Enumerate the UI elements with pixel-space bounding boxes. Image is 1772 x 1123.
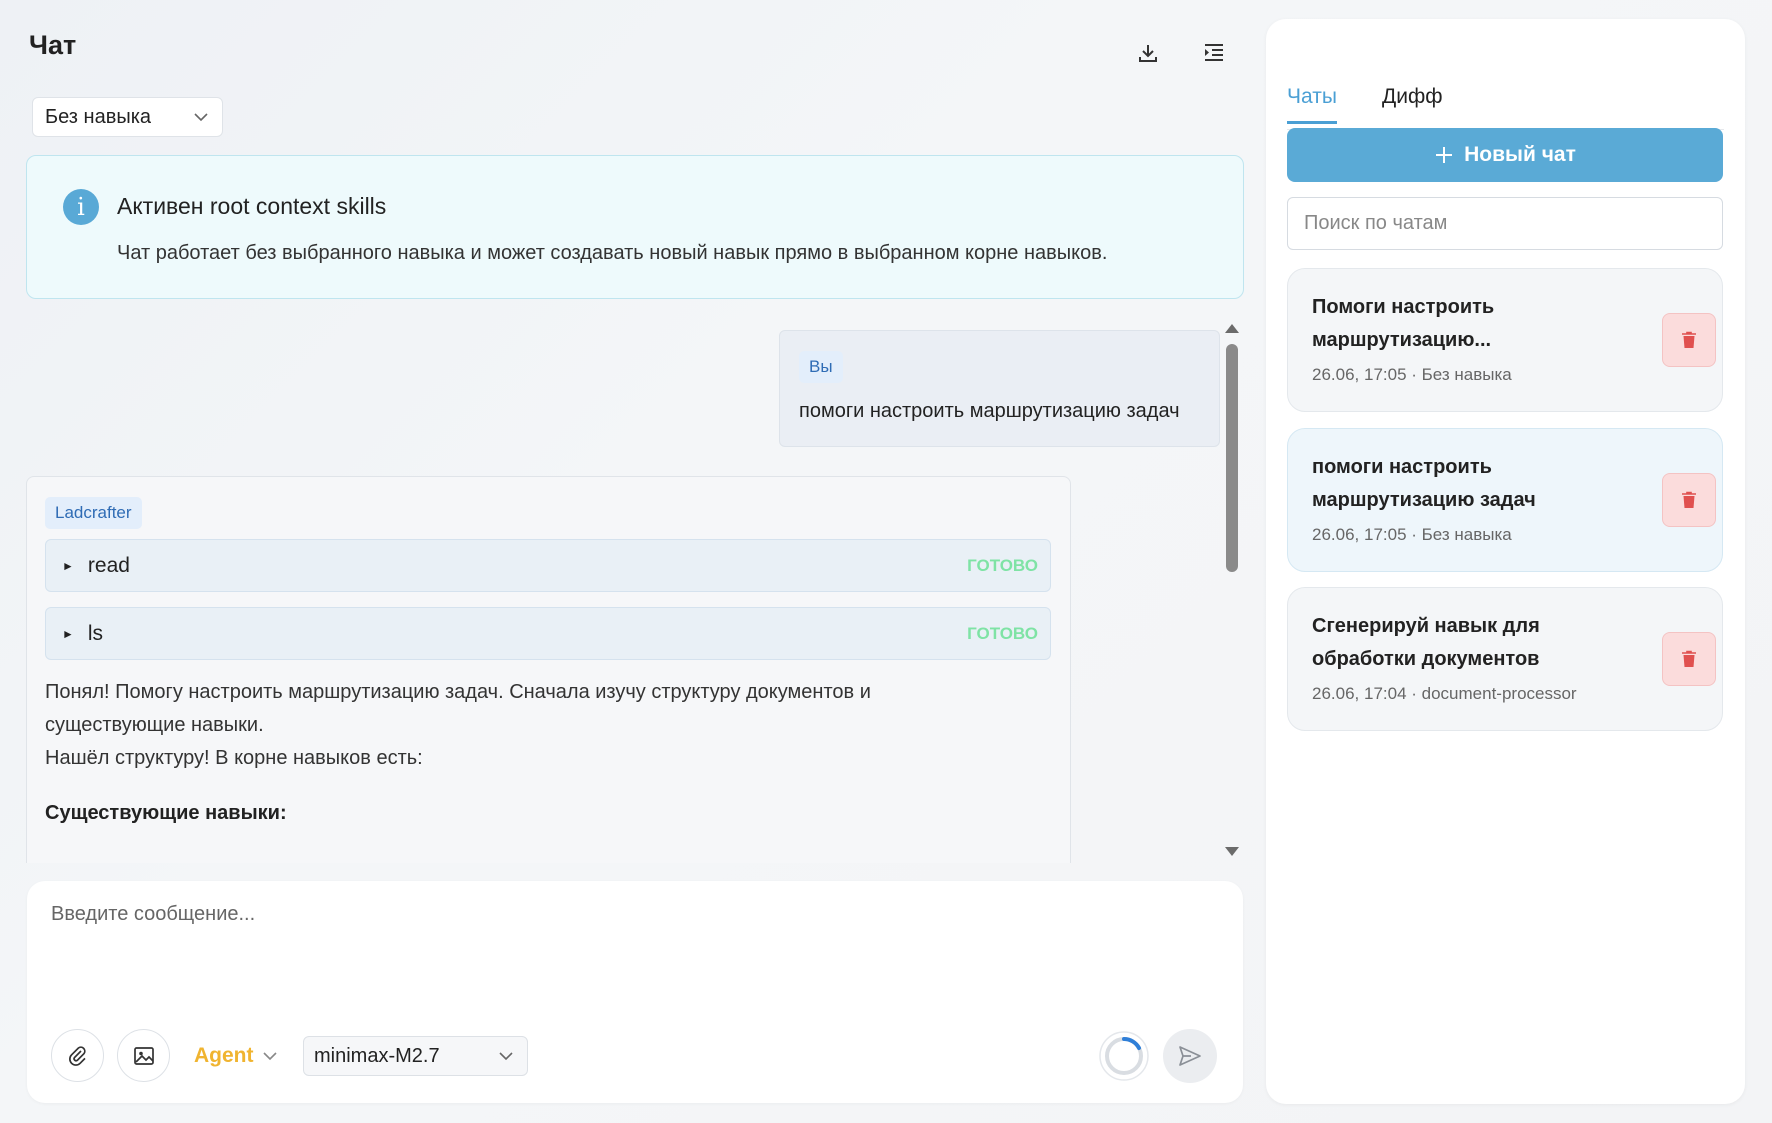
chat-meta: 26.06, 17:05 · Без навыка (1312, 365, 1512, 384)
new-chat-button[interactable]: Новый чат (1287, 128, 1723, 182)
expand-triangle-icon: ► (62, 626, 74, 641)
info-banner: i Активен root context skills Чат работа… (26, 155, 1244, 299)
chevron-down-icon (262, 1052, 277, 1061)
list-indent-icon[interactable] (1199, 38, 1229, 68)
author-badge: Вы (799, 351, 843, 383)
paperclip-icon (68, 1045, 86, 1066)
tool-name: read (87, 553, 130, 577)
sidebar-tabs: Чаты Дифф (1287, 64, 1724, 130)
scroll-thumb[interactable] (1226, 344, 1238, 572)
skill-select[interactable]: Без навыка (32, 97, 223, 137)
message-scrollbar[interactable] (1222, 322, 1242, 858)
tool-status: ГОТОВО (967, 555, 1038, 575)
message-line: Нашёл структуру! В корне навыков есть: (45, 747, 423, 769)
scroll-up-arrow-icon[interactable] (1225, 324, 1239, 333)
loading-spinner-icon (1099, 1031, 1149, 1081)
model-select[interactable]: minimax-M2.7 (303, 1036, 528, 1076)
message-line: существующие навыки. (45, 714, 264, 736)
chat-search-input[interactable] (1287, 197, 1723, 250)
trash-icon (1682, 331, 1696, 348)
tab-diff[interactable]: Дифф (1382, 85, 1443, 121)
chevron-down-icon (499, 1052, 513, 1061)
chat-main-panel: Чат Без навыка i Активен root context sk… (0, 0, 1265, 1123)
attach-button[interactable] (51, 1029, 104, 1082)
chat-meta: 26.06, 17:05 · Без навыка (1312, 525, 1512, 544)
message-input[interactable] (51, 903, 1211, 926)
message-text: помоги настроить маршрутизацию задач (799, 400, 1180, 422)
user-message: Вы помоги настроить маршрутизацию задач (779, 330, 1220, 447)
trash-icon (1682, 650, 1696, 667)
tool-status: ГОТОВО (967, 623, 1038, 643)
tool-call-ls[interactable]: ► ls ГОТОВО (45, 607, 1051, 660)
message-composer: Agent minimax-M2.7 (27, 881, 1243, 1103)
chat-title: Сгенерируй навык для обработки документо… (1312, 615, 1540, 670)
send-button[interactable] (1163, 1029, 1217, 1083)
download-icon[interactable] (1133, 38, 1163, 68)
author-badge: Ladcrafter (45, 497, 142, 529)
tool-call-read[interactable]: ► read ГОТОВО (45, 539, 1051, 592)
tab-chats[interactable]: Чаты (1287, 85, 1337, 124)
message-list[interactable]: Вы помоги настроить маршрутизацию задач … (26, 318, 1244, 863)
chat-list-item[interactable]: Помоги настроить маршрутизацию... 26.06,… (1287, 268, 1723, 412)
skill-select-value: Без навыка (45, 105, 152, 128)
chat-list-item[interactable]: Сгенерируй навык для обработки документо… (1287, 587, 1723, 731)
mode-label: Agent (194, 1044, 254, 1067)
message-line: Понял! Помогу настроить маршрутизацию за… (45, 681, 871, 703)
new-chat-label: Новый чат (1464, 143, 1576, 166)
info-text: Чат работает без выбранного навыка и мож… (117, 242, 1108, 264)
info-icon: i (63, 189, 99, 225)
expand-triangle-icon: ► (62, 558, 74, 573)
chat-list-item[interactable]: помоги настроить маршрутизацию задач 26.… (1287, 428, 1723, 572)
trash-icon (1682, 491, 1696, 508)
assistant-message: Ladcrafter ► read ГОТОВО ► ls ГОТОВО Пон… (26, 476, 1071, 863)
info-title: Активен root context skills (117, 193, 387, 219)
send-icon (1179, 1046, 1201, 1066)
mode-select[interactable]: Agent (194, 1044, 278, 1068)
chat-title: Помоги настроить маршрутизацию... (1312, 296, 1495, 351)
chat-title: помоги настроить маршрутизацию задач (1312, 456, 1536, 511)
chat-sidebar: Чаты Дифф Новый чат Помоги настроить мар… (1266, 19, 1745, 1104)
tool-name: ls (87, 621, 104, 645)
plus-icon (1436, 147, 1453, 163)
scroll-down-arrow-icon[interactable] (1225, 847, 1239, 856)
image-icon (133, 1046, 154, 1065)
delete-chat-button[interactable] (1662, 632, 1716, 686)
chat-meta: 26.06, 17:04 · document-processor (1312, 684, 1577, 703)
page-title: Чат (29, 30, 77, 60)
model-value: minimax-M2.7 (314, 1044, 440, 1067)
delete-chat-button[interactable] (1662, 473, 1716, 527)
delete-chat-button[interactable] (1662, 313, 1716, 367)
image-upload-button[interactable] (117, 1029, 170, 1082)
message-heading: Существующие навыки: (45, 802, 287, 824)
chevron-down-icon (194, 113, 208, 122)
